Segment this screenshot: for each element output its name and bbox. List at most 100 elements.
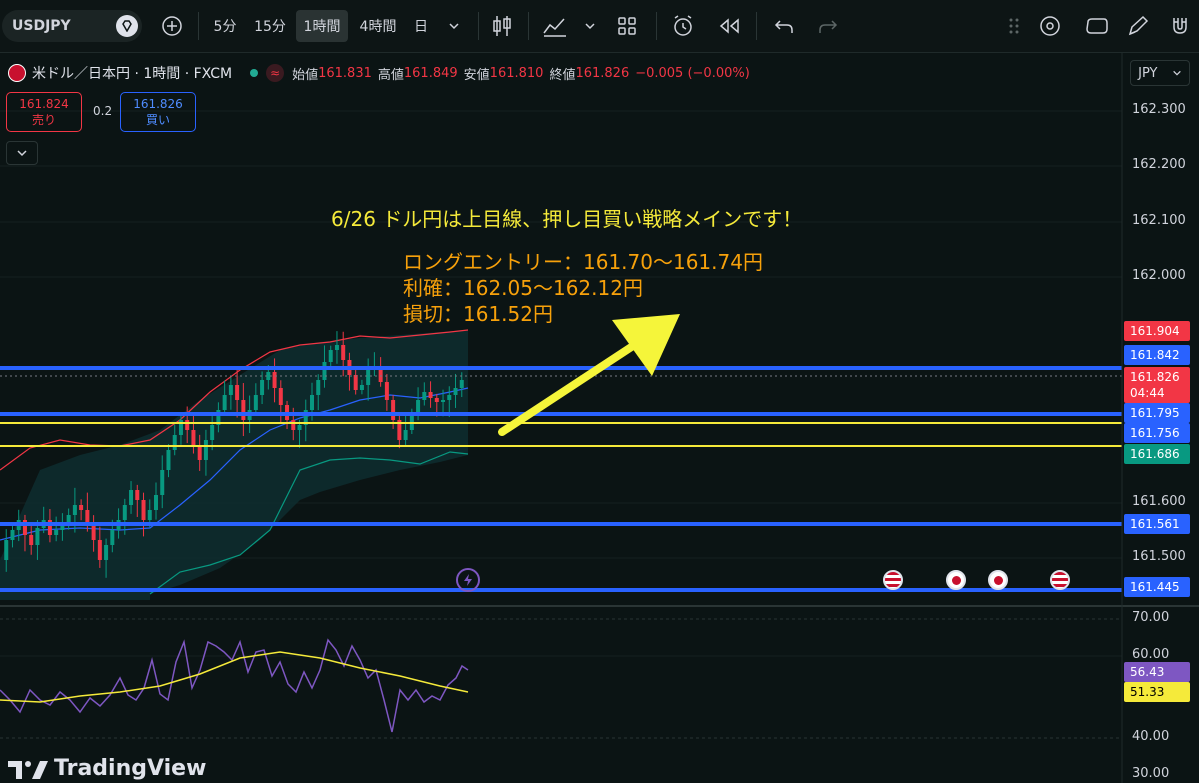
price-tag: 161.795 (1124, 403, 1190, 423)
tv-logo-icon (8, 760, 48, 779)
candle-body (441, 400, 446, 402)
candle-body (378, 368, 383, 382)
sell-price: 161.824 (19, 97, 69, 111)
candle-body (4, 540, 9, 560)
candle-body (453, 388, 458, 395)
bollinger-band-area (0, 330, 468, 600)
oscillator-axis-tick: 40.00 (1132, 729, 1170, 744)
candle-body (154, 495, 158, 510)
price-axis-tick: 162.300 (1132, 102, 1186, 117)
buy-price: 161.826 (133, 97, 183, 111)
open-label: 始値 (292, 67, 319, 83)
market-status-dot (250, 69, 259, 77)
change-value: −0.005 (−0.00%) (635, 65, 750, 81)
bar-countdown: 04:44 (1130, 386, 1165, 400)
candle-body (79, 505, 84, 510)
jp-flag-event-icon[interactable] (946, 570, 966, 590)
candle-body (297, 425, 302, 430)
candle-body (91, 525, 96, 540)
price-axis-tick: 162.100 (1132, 213, 1186, 228)
candle-body (228, 385, 233, 395)
oscillator-axis-tick: 60.00 (1132, 647, 1170, 662)
price-tag: 161.842 (1124, 345, 1190, 365)
candle-body (403, 430, 408, 440)
symbol-legend: 米ドル／日本円 · 1時間 · FXCM ≈ 始値 161.831 高値 161.8… (8, 62, 750, 84)
candle-body (359, 385, 364, 390)
flag-icon (8, 64, 26, 82)
candle-body (428, 392, 433, 398)
us-flag-event-icon[interactable] (1050, 570, 1070, 590)
jp-flag-event-icon[interactable] (988, 570, 1008, 590)
price-tag: 161.561 (1124, 514, 1190, 534)
brand-name: TradingView (54, 756, 207, 781)
price-tag: 161.445 (1124, 577, 1190, 597)
candle-body (197, 445, 202, 460)
current-price-value: 161.826 (1130, 370, 1180, 384)
candle-body (29, 535, 34, 545)
currency-select[interactable]: JPY (1130, 60, 1190, 86)
annotation-title: 6/26 ドル円は上目線、押し目買い戦略メインです！ (331, 207, 803, 231)
candle-body (203, 440, 208, 460)
candle-body (135, 490, 140, 500)
candle-body (122, 505, 127, 520)
candle-body (185, 420, 190, 430)
annotation-stop-loss: 損切：161.52円 (403, 302, 553, 326)
candle-body (241, 400, 246, 420)
sell-button[interactable]: 161.824 売り (6, 92, 82, 132)
candle-body (272, 372, 277, 388)
candle-body (384, 382, 389, 400)
candle-body (253, 395, 258, 410)
candle-body (316, 380, 321, 395)
rsi-line (0, 638, 469, 733)
sell-label: 売り (31, 113, 56, 127)
candle-body (166, 450, 171, 470)
low-label: 安値 (463, 67, 490, 83)
candle-body (366, 370, 371, 385)
candle-body (97, 540, 102, 560)
candle-body (141, 500, 146, 520)
candle-body (222, 395, 227, 410)
candle-body (210, 425, 215, 440)
candle-body (391, 400, 396, 420)
price-axis-tick: 162.000 (1132, 268, 1186, 283)
candle-body (322, 362, 327, 380)
us-flag-event-icon[interactable] (883, 570, 903, 590)
tradingview-logo: TradingView (8, 756, 206, 781)
price-tag: 161.756 (1124, 423, 1190, 443)
candle-body (54, 530, 59, 535)
chevron-down-icon (17, 150, 27, 157)
buy-button[interactable]: 161.826 買い (120, 92, 196, 132)
candle-body (341, 345, 346, 360)
rsi-ma-line (0, 651, 469, 703)
spread-value: 0.2 (93, 104, 113, 118)
candle-body (447, 395, 452, 400)
oscillator-pane (0, 618, 1122, 739)
collapse-legend-button[interactable] (6, 141, 38, 165)
close-value: 161.826 (575, 65, 630, 81)
price-tag: 161.904 (1124, 321, 1190, 341)
rsi-ma-value-tag: 51.33 (1124, 682, 1190, 702)
oscillator-axis-tick: 70.00 (1132, 610, 1170, 625)
oscillator-axis-tick: 30.00 (1132, 766, 1170, 781)
candle-body (160, 470, 165, 495)
annotation-long-entry: ロングエントリー：161.70〜161.74円 (403, 250, 763, 274)
chevron-down-icon (1173, 70, 1181, 76)
candle-body (459, 380, 464, 388)
candle-body (278, 388, 283, 405)
price-axis-tick: 162.200 (1132, 157, 1186, 172)
candle-body (260, 380, 265, 395)
candle-body (434, 398, 439, 402)
price-tag: 161.686 (1124, 444, 1190, 464)
candle-body (353, 375, 358, 390)
candle-body (35, 528, 40, 545)
candle-body (235, 385, 240, 400)
price-axis-tick: 161.500 (1132, 549, 1186, 564)
currency-label: JPY (1138, 65, 1158, 81)
candle-body (72, 505, 77, 515)
low-value: 161.810 (489, 65, 544, 81)
annotation-take-profit: 利確：162.05〜162.12円 (403, 276, 643, 300)
candle-body (147, 510, 152, 520)
open-value: 161.831 (318, 65, 372, 81)
lightning-icon[interactable] (456, 568, 480, 592)
current-price-tag: 161.826 04:44 (1124, 367, 1190, 403)
